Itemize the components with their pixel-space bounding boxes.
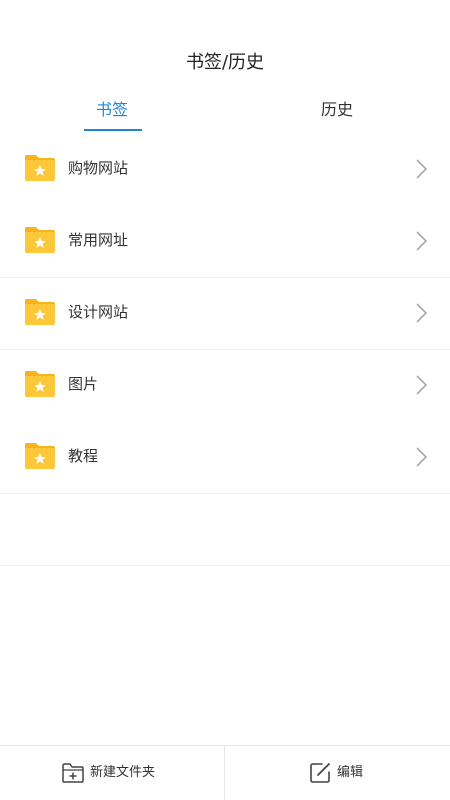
list-item[interactable]: 常用网址 — [0, 206, 450, 278]
folder-star-icon — [25, 443, 55, 469]
folder-label: 教程 — [68, 447, 99, 465]
edit-button[interactable]: 编辑 — [225, 746, 450, 800]
chevron-right-icon — [416, 303, 428, 323]
list-item[interactable]: 图片 — [0, 350, 450, 422]
folder-star-icon — [25, 371, 55, 397]
tab-bar: 书签 历史 — [0, 96, 450, 134]
chevron-right-icon — [416, 375, 428, 395]
tab-history[interactable]: 历史 — [277, 96, 397, 134]
folder-label: 设计网站 — [68, 303, 129, 321]
folder-star-icon — [25, 299, 55, 325]
new-folder-icon — [62, 763, 84, 783]
chevron-right-icon — [416, 231, 428, 251]
edit-label: 编辑 — [337, 765, 364, 780]
page-title: 书签/历史 — [185, 52, 265, 73]
folder-label: 购物网站 — [68, 159, 129, 177]
empty-row — [0, 494, 450, 566]
new-folder-button[interactable]: 新建文件夹 — [0, 746, 225, 800]
edit-icon — [310, 763, 330, 783]
bottom-toolbar: 新建文件夹 编辑 — [0, 745, 450, 800]
new-folder-label: 新建文件夹 — [90, 765, 156, 780]
list-item[interactable]: 教程 — [0, 422, 450, 494]
folder-star-icon — [25, 155, 55, 181]
bookmarks-history-screen: 书签/历史 书签 历史 购物网站 常用网址 设计网站 图片 教程 新建文件夹 编… — [0, 0, 450, 800]
chevron-right-icon — [416, 447, 428, 467]
list-item[interactable]: 购物网站 — [0, 134, 450, 206]
active-tab-indicator — [84, 129, 142, 131]
chevron-right-icon — [416, 159, 428, 179]
folder-label: 常用网址 — [68, 231, 129, 249]
bookmark-folder-list: 购物网站 常用网址 设计网站 图片 教程 — [0, 134, 450, 566]
folder-label: 图片 — [68, 375, 99, 393]
folder-star-icon — [25, 227, 55, 253]
list-item[interactable]: 设计网站 — [0, 278, 450, 350]
